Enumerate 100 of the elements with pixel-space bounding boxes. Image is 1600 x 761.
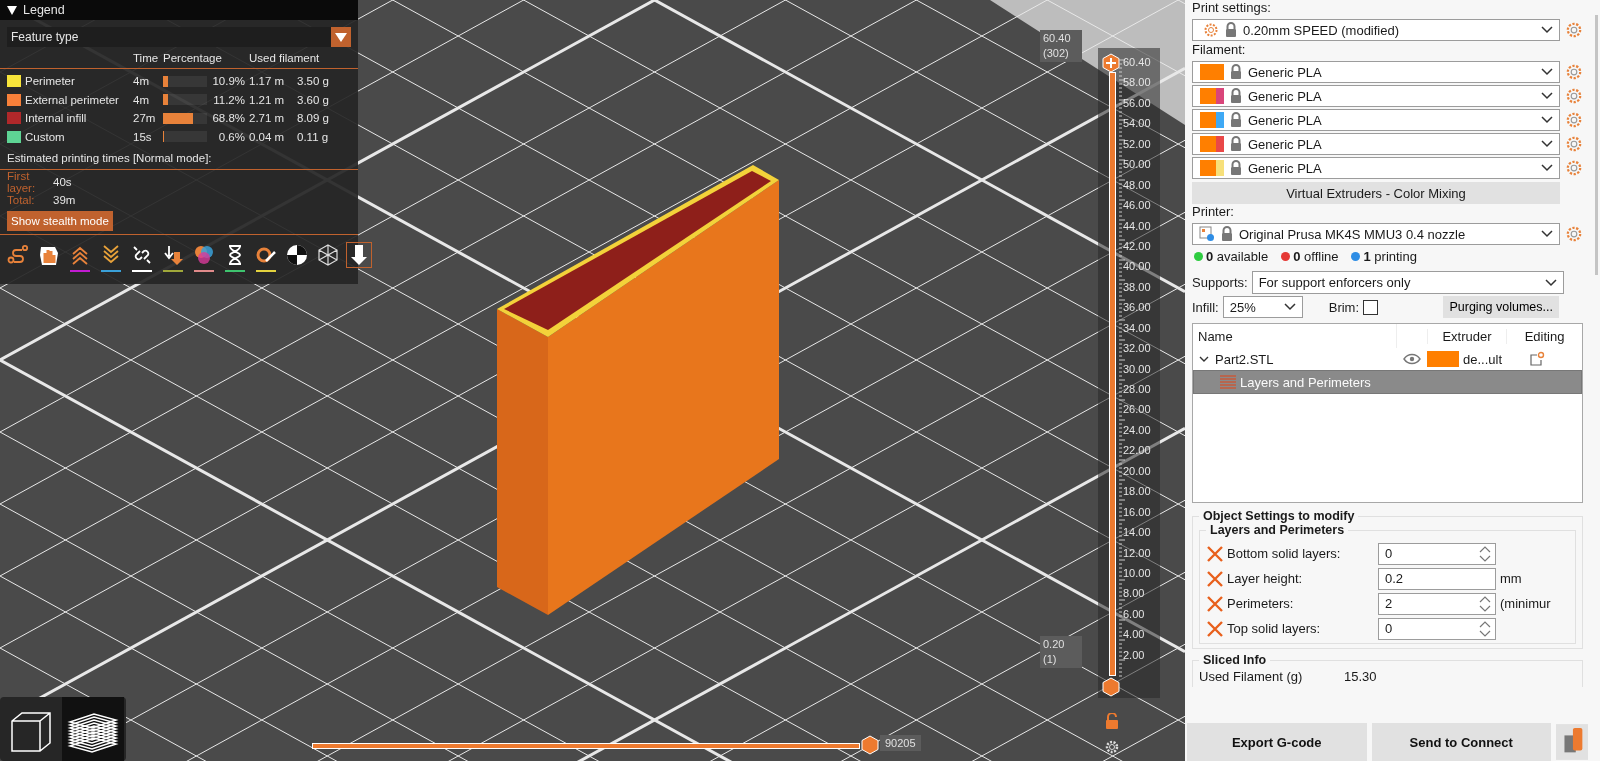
printer-icon[interactable] — [1556, 723, 1588, 761]
height-tick-label: 36.00 — [1123, 300, 1151, 316]
padlock-icon — [1230, 160, 1242, 176]
feature-percentage: 10.9% — [211, 75, 245, 88]
option-input[interactable]: 0 — [1378, 542, 1496, 565]
time-value: 40s — [53, 176, 72, 188]
supports-dropdown[interactable]: For support enforcers only — [1251, 271, 1564, 294]
collapse-triangle-icon — [7, 5, 17, 15]
filament-dropdown[interactable]: Generic PLA — [1192, 133, 1560, 155]
info-label: Used Filament (g) — [1199, 668, 1304, 684]
option-unit: (minimur — [1500, 596, 1551, 611]
arrow-down-icon[interactable] — [346, 242, 372, 268]
feature-weight: 3.60 g — [297, 93, 330, 106]
delete-icon[interactable] — [1206, 594, 1224, 613]
height-tick-label: 30.00 — [1123, 361, 1151, 377]
subgroup-title: Layers and Perimeters — [1209, 523, 1346, 537]
section-label: Print settings: — [1192, 0, 1272, 17]
move-value-label: 90205 — [880, 735, 921, 751]
move-slider-thumb[interactable] — [860, 735, 880, 755]
option-label: Layer height: — [1227, 571, 1304, 586]
delete-icon[interactable] — [1206, 544, 1224, 563]
filament-dropdown[interactable]: Generic PLA — [1192, 85, 1560, 107]
group-title: Sliced Info — [1202, 653, 1268, 667]
delete-icon[interactable] — [1206, 619, 1224, 638]
stacked-layers-icon[interactable] — [62, 697, 124, 761]
print-settings-dropdown[interactable]: 0.20mm SPEED (modified) — [1192, 19, 1560, 41]
object-name[interactable]: Part2.STL — [1215, 351, 1397, 367]
infill-dropdown[interactable]: 25% — [1222, 296, 1303, 318]
color-mixing-button[interactable]: Virtual Extruders - Color Mixing — [1192, 182, 1560, 204]
view-type-dropdown[interactable]: Feature type — [7, 27, 351, 47]
feature-time: 4m — [133, 93, 150, 106]
spin-arrows-icon[interactable] — [1479, 594, 1491, 613]
chevron-down-icon — [1541, 26, 1553, 34]
padlock-icon[interactable] — [1105, 713, 1119, 729]
feature-time: 4m — [133, 75, 150, 88]
info-value: 15.30 — [1344, 668, 1377, 684]
layers-icon — [1220, 375, 1236, 389]
filament-dropdown[interactable]: Generic PLA — [1192, 157, 1560, 179]
filament-dropdown[interactable]: Generic PLA — [1192, 61, 1560, 83]
option-input[interactable]: 0.2 — [1378, 567, 1496, 590]
stealth-mode-button[interactable]: Show stealth mode — [7, 211, 113, 231]
chevron-down-icon[interactable] — [1199, 354, 1209, 364]
height-tick-label: 26.00 — [1123, 402, 1151, 418]
spin-arrows-icon[interactable] — [1479, 619, 1491, 638]
height-tick-label: 6.00 — [1123, 606, 1146, 622]
eye-icon[interactable] — [1403, 353, 1421, 365]
feature-length: 0.04 m — [249, 130, 286, 143]
action-button[interactable]: Export G-code — [1187, 723, 1367, 761]
gear-icon — [1203, 22, 1219, 38]
height-tick-label: 14.00 — [1123, 525, 1151, 541]
scrollbar[interactable] — [1595, 15, 1598, 275]
purging-volumes-button[interactable]: Purging volumes... — [1443, 296, 1559, 318]
height-tick-label: 42.00 — [1123, 238, 1151, 254]
feature-weight: 0.11 g — [297, 130, 330, 143]
wireframe-cube-icon[interactable] — [315, 242, 341, 268]
column-header: Name — [1197, 328, 1234, 344]
height-tick-label: 54.00 — [1123, 116, 1151, 132]
chevron-down-icon — [1283, 303, 1296, 311]
lower-layer-label: 0.20 (1) — [1040, 636, 1082, 668]
chevron-down-icon — [1541, 140, 1553, 148]
feature-length: 1.17 m — [249, 75, 286, 88]
feature-percentage: 0.6% — [217, 130, 245, 143]
brim-checkbox[interactable] — [1363, 299, 1379, 315]
option-label: Top solid layers: — [1227, 621, 1322, 636]
height-tick-label: 48.00 — [1123, 177, 1151, 193]
filament-dropdown[interactable]: Generic PLA — [1192, 109, 1560, 131]
move-slider-track[interactable] — [312, 743, 860, 749]
legend-title: Legend — [23, 3, 65, 17]
group-title: Object Settings to modify — [1202, 509, 1356, 523]
feature-percentage: 11.2% — [212, 93, 245, 106]
height-tick-label: 40.00 — [1123, 259, 1151, 275]
field-label: Infill: — [1192, 299, 1219, 315]
target-icon[interactable] — [284, 242, 310, 268]
upper-layer-label: 60.40 (302) — [1040, 30, 1082, 62]
time-label: First layer: — [7, 170, 37, 194]
section-label: Filament: — [1192, 42, 1247, 59]
column-header: Used filament — [249, 52, 321, 64]
edit-icon[interactable] — [1529, 351, 1545, 367]
action-button[interactable]: Send to Connect — [1371, 723, 1551, 761]
section-label: Printer: — [1192, 204, 1235, 221]
height-tick-label: 10.00 — [1123, 565, 1151, 581]
height-tick-label: 28.00 — [1123, 382, 1151, 397]
feature-weight: 8.09 g — [297, 112, 330, 125]
padlock-icon — [1230, 64, 1242, 80]
upper-slider-thumb[interactable] — [1101, 53, 1121, 73]
delete-icon[interactable] — [1206, 569, 1224, 588]
column-header: Time — [133, 52, 159, 64]
column-header: Extruder — [1427, 328, 1506, 344]
height-tick-label: 56.00 — [1123, 95, 1151, 111]
option-input[interactable]: 2 — [1378, 592, 1496, 615]
printer-dropdown[interactable]: Original Prusa MK4S MMU3 0.4 nozzle — [1192, 223, 1560, 245]
feature-name: Custom — [25, 130, 66, 143]
legend-header[interactable]: Legend — [0, 0, 358, 20]
field-label: Brim: — [1328, 299, 1360, 315]
status-count: 0 available — [1206, 248, 1269, 264]
spin-arrows-icon[interactable] — [1479, 544, 1491, 563]
option-input[interactable]: 0 — [1378, 617, 1496, 640]
height-tick-label: 32.00 — [1123, 341, 1151, 357]
lower-slider-thumb[interactable] — [1101, 677, 1121, 697]
chevron-down-icon — [1541, 92, 1553, 100]
